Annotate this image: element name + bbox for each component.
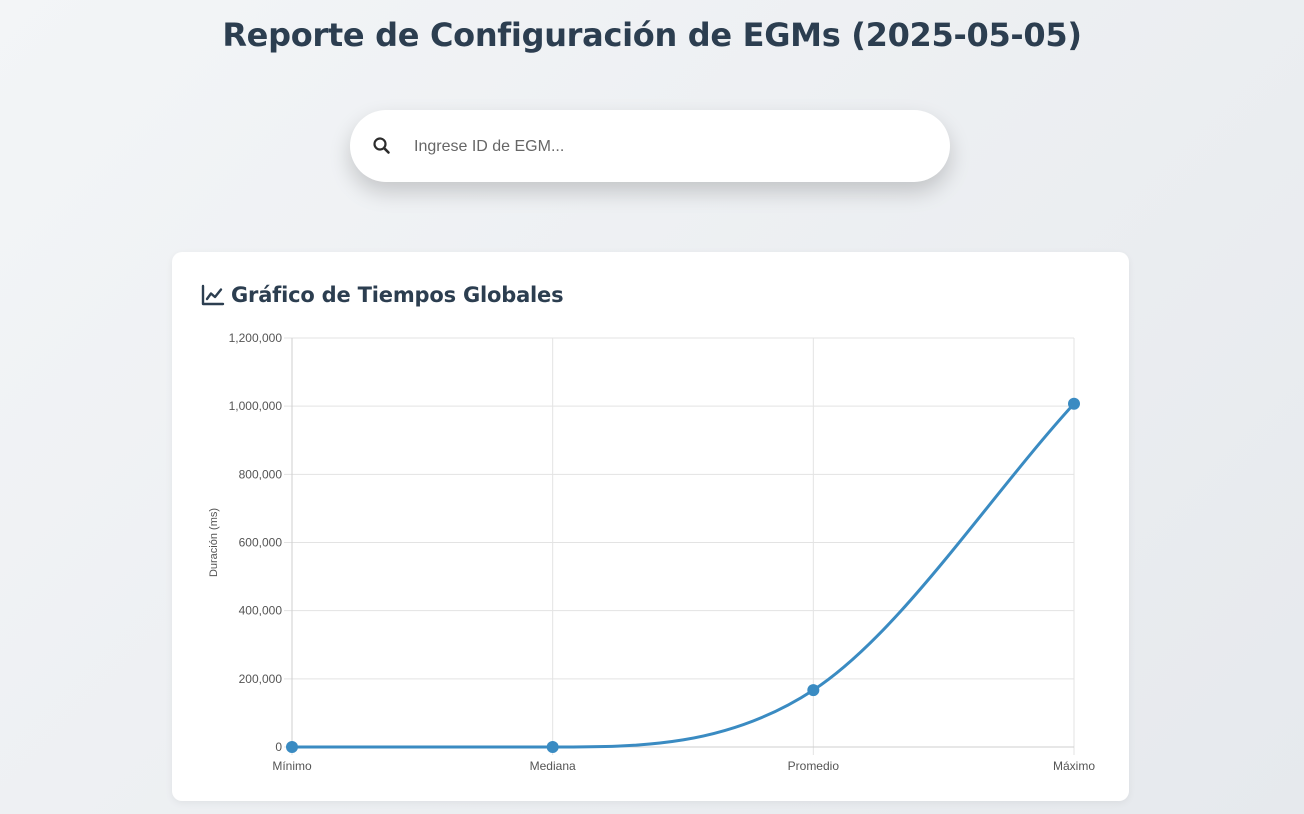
x-tick-label: Promedio	[788, 759, 840, 773]
search-icon	[373, 137, 390, 154]
page-title: Reporte de Configuración de EGMs (2025-0…	[222, 16, 1082, 54]
data-point[interactable]	[546, 741, 559, 753]
series-line	[290, 402, 1076, 749]
x-tick-label: Mínimo	[272, 759, 312, 773]
search-box[interactable]	[350, 110, 950, 182]
y-tick-label: 1,000,000	[229, 399, 283, 413]
y-tick-label: 800,000	[239, 467, 283, 481]
data-point[interactable]	[286, 741, 298, 753]
chart-axes: 0 200,000 400,000 600,000 800,000 1,000,000 1,…	[208, 331, 1095, 773]
y-axis-title: Duración (ms)	[208, 508, 220, 577]
search-input[interactable]	[412, 130, 916, 164]
y-tick-label: 400,000	[239, 604, 283, 618]
y-tick-label: 1,200,000	[229, 331, 283, 345]
line-chart: 0 200,000 400,000 600,000 800,000 1,000,000 1,…	[208, 331, 1095, 773]
y-tick-label: 200,000	[239, 672, 283, 686]
chart-card: Gráfico de Tiempos Globales 0 200,000 400,…	[172, 252, 1129, 801]
chart-series	[286, 397, 1080, 753]
y-tick-label: 0	[275, 740, 282, 754]
y-tick-label: 600,000	[239, 536, 283, 550]
data-point[interactable]	[807, 684, 820, 697]
data-point[interactable]	[1068, 397, 1080, 410]
x-tick-label: Mediana	[530, 759, 576, 773]
x-tick-label: Máximo	[1053, 759, 1095, 773]
